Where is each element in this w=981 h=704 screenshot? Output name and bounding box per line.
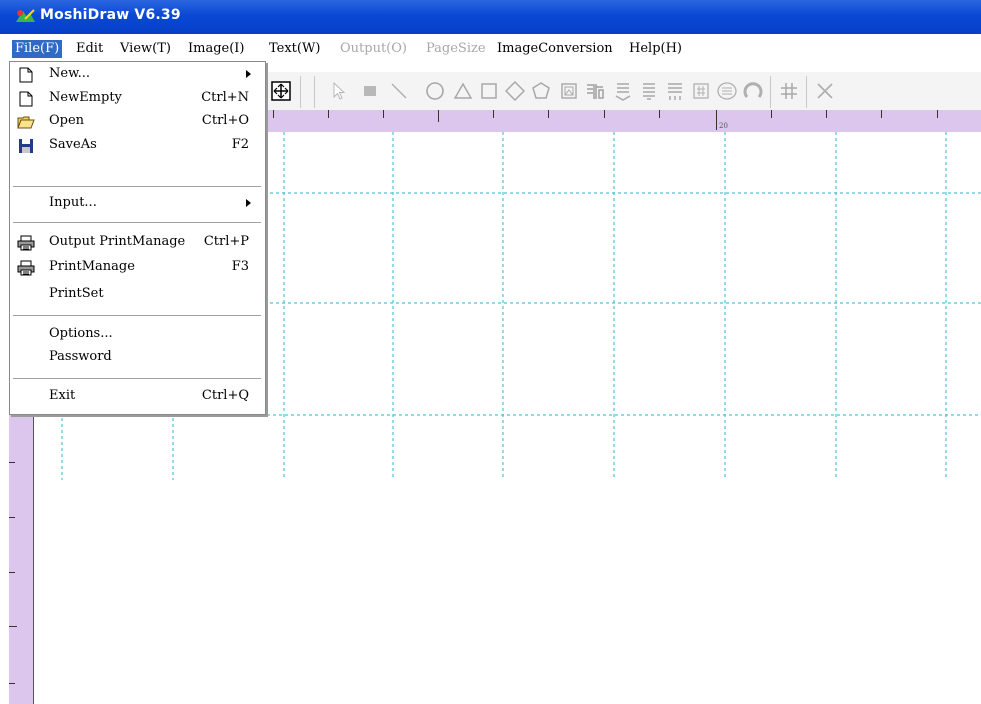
menu-separator <box>13 315 261 317</box>
menu-item-input[interactable]: Input... <box>10 193 265 215</box>
menu-item-output-printmanage[interactable]: Output PrintManage Ctrl+P <box>10 232 265 254</box>
menu-item-open[interactable]: Open Ctrl+O <box>10 111 265 133</box>
menu-item-label: Input... <box>49 195 97 210</box>
menu-item-password[interactable]: Password <box>10 347 265 369</box>
menu-item-shortcut: Ctrl+Q <box>201 388 249 403</box>
menu-separator <box>13 378 261 380</box>
menu-item-newempty[interactable]: NewEmpty Ctrl+N <box>10 88 265 110</box>
menu-item-new[interactable]: New... <box>10 64 265 86</box>
menu-item-label: NewEmpty <box>49 90 122 105</box>
menu-item-shortcut: Ctrl+P <box>203 234 249 249</box>
new-document-icon <box>19 67 33 83</box>
menu-item-options[interactable]: Options... <box>10 324 265 346</box>
menu-item-label: Output PrintManage <box>49 234 186 249</box>
menu-item-label: PrintSet <box>49 286 104 301</box>
menu-separator <box>13 222 261 224</box>
file-menu-dropdown: New... NewEmpty Ctrl+N Open Ctrl+O SaveA… <box>9 61 266 415</box>
new-document-icon <box>19 91 33 107</box>
menu-item-shortcut: F2 <box>231 137 249 152</box>
open-folder-icon <box>17 116 35 129</box>
menu-item-saveas[interactable]: SaveAs F2 <box>10 135 265 157</box>
printer-icon <box>17 235 35 251</box>
submenu-arrow-icon <box>246 70 251 78</box>
menu-item-label: SaveAs <box>49 137 97 152</box>
menu-separator <box>13 186 261 188</box>
menu-item-label: Password <box>49 349 112 364</box>
menu-item-exit[interactable]: Exit Ctrl+Q <box>10 386 265 408</box>
menu-item-shortcut: Ctrl+N <box>201 90 249 105</box>
menu-item-printmanage[interactable]: PrintManage F3 <box>10 257 265 279</box>
menu-item-label: Exit <box>49 388 76 403</box>
menu-item-label: New... <box>49 66 91 81</box>
menu-item-shortcut: F3 <box>231 259 249 274</box>
save-disk-icon <box>19 139 33 153</box>
submenu-arrow-icon <box>246 199 251 207</box>
menu-item-label: Open <box>49 113 85 128</box>
menu-item-label: Options... <box>49 326 113 341</box>
menu-item-shortcut: Ctrl+O <box>201 113 249 128</box>
menu-item-printset[interactable]: PrintSet <box>10 284 265 306</box>
menu-item-label: PrintManage <box>49 259 135 274</box>
printer-icon <box>17 260 35 276</box>
